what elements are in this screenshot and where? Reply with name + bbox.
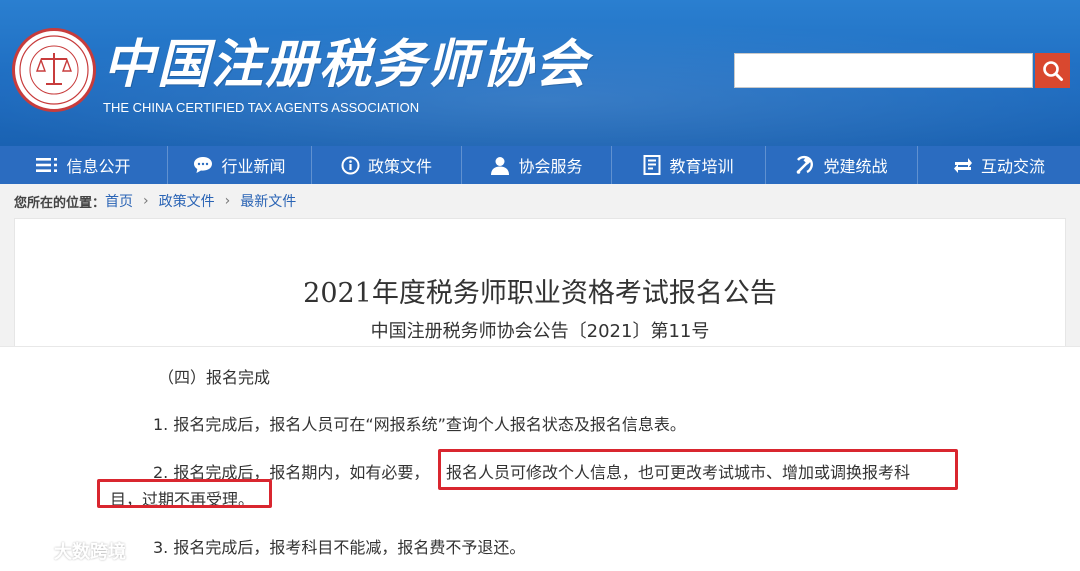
article-title: 2021年度税务师职业资格考试报名公告 <box>303 278 777 309</box>
nav-label: 协会服务 <box>518 157 583 176</box>
watermark: 大数跨境 <box>10 537 126 565</box>
search-input[interactable] <box>734 53 1033 88</box>
nav-item-interactive-exchange[interactable]: 互动交流 <box>918 146 1080 184</box>
nav-item-industry-news[interactable]: 行业新闻 <box>168 146 312 184</box>
section-heading: （四）报名完成 <box>158 368 271 387</box>
chat-bubble-icon <box>193 156 213 174</box>
breadcrumb-link-home[interactable]: 首页 <box>105 191 133 211</box>
nav-label: 互动交流 <box>980 157 1045 176</box>
nav-label: 教育培训 <box>669 157 734 176</box>
nav-label: 政策文件 <box>367 157 432 176</box>
breadcrumb-label: 您所在的位置： <box>14 195 106 211</box>
paragraph-3: 3. 报名完成后，报考科目不能减，报名费不予退还。 <box>153 538 526 557</box>
nav-item-info-disclosure[interactable]: 信息公开 <box>0 146 168 184</box>
breadcrumb-separator: › <box>224 193 231 209</box>
association-seal-logo[interactable] <box>12 28 96 112</box>
nav-item-association-services[interactable]: 协会服务 <box>462 146 612 184</box>
watermark-text: 大数跨境 <box>54 542 126 563</box>
breadcrumb: 您所在的位置： 首页 › 政策文件 › 最新文件 <box>0 184 1080 218</box>
book-icon <box>643 155 661 175</box>
logo-chinese-name[interactable]: 中国注册税务师协会 <box>103 22 589 97</box>
nav-label: 行业新闻 <box>221 157 286 176</box>
watermark-logo-icon <box>10 543 50 559</box>
nav-item-party-building[interactable]: 党建统战 <box>766 146 918 184</box>
list-icon <box>36 157 58 173</box>
main-navigation: 信息公开 行业新闻 政策文件 协会服务 教育培训 党建统战 互动交流 <box>0 146 1080 184</box>
hammer-sickle-icon <box>795 155 815 175</box>
exchange-arrows-icon <box>953 156 973 174</box>
breadcrumb-separator: › <box>143 193 149 209</box>
nav-label: 信息公开 <box>66 157 131 176</box>
article-header-panel: 2021年度税务师职业资格考试报名公告 中国注册税务师协会公告〔2021〕第11… <box>14 218 1066 346</box>
nav-item-education-training[interactable]: 教育培训 <box>612 146 766 184</box>
search-box <box>734 53 1070 88</box>
paragraph-1: 1. 报名完成后，报名人员可在“网报系统”查询个人报名状态及报名信息表。 <box>153 415 686 434</box>
site-header: 中国注册税务师协会 THE CHINA CERTIFIED TAX AGENTS… <box>0 0 1080 146</box>
article-subtitle: 中国注册税务师协会公告〔2021〕第11号 <box>370 321 710 342</box>
info-circle-icon <box>341 156 360 175</box>
logo-english-name: THE CHINA CERTIFIED TAX AGENTS ASSOCIATI… <box>103 100 420 115</box>
highlight-box <box>438 449 958 490</box>
nav-item-policy-documents[interactable]: 政策文件 <box>312 146 462 184</box>
search-icon <box>1042 60 1063 81</box>
article-body: （四）报名完成 1. 报名完成后，报名人员可在“网报系统”查询个人报名状态及报名… <box>0 346 1080 571</box>
breadcrumb-link-latest-documents[interactable]: 最新文件 <box>240 191 296 211</box>
breadcrumb-link-policy-documents[interactable]: 政策文件 <box>159 191 215 211</box>
nav-label: 党建统战 <box>823 157 888 176</box>
search-button[interactable] <box>1035 53 1070 88</box>
highlight-box <box>97 479 272 508</box>
person-icon <box>490 156 510 175</box>
scales-icon <box>19 35 89 105</box>
